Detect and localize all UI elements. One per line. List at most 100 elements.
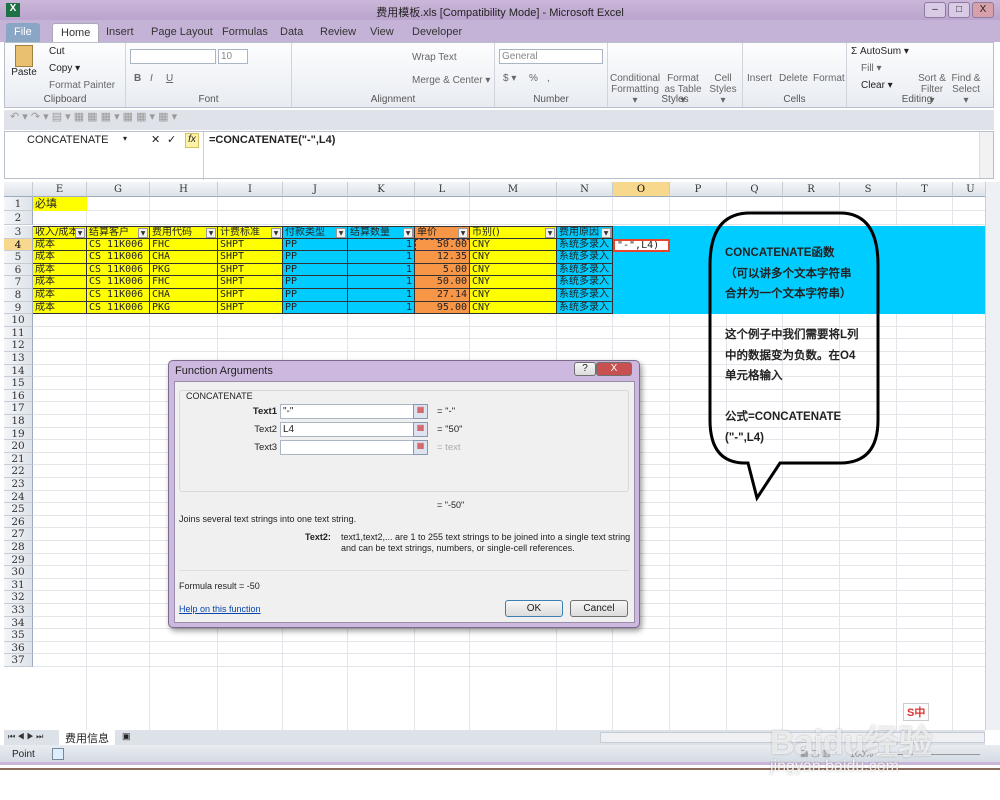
cell-N5[interactable]: 系统多录入 bbox=[557, 251, 613, 264]
comma-button[interactable]: , bbox=[547, 73, 550, 84]
cell-I6[interactable]: SHPT bbox=[218, 263, 283, 277]
name-box[interactable]: CONCATENATE bbox=[9, 134, 133, 148]
vertical-scrollbar[interactable] bbox=[985, 182, 1000, 730]
insert-sheet-icon[interactable]: ▣ bbox=[122, 731, 131, 742]
cell-G5[interactable]: CS 11K006 bbox=[87, 251, 150, 264]
cell-L9[interactable]: 95.00 bbox=[415, 301, 470, 315]
column-header-T[interactable]: T bbox=[897, 182, 953, 197]
cancel-button[interactable]: Cancel bbox=[570, 600, 628, 617]
row-header-4[interactable]: 4 bbox=[4, 238, 33, 252]
merge-center-button[interactable]: Merge & Center ▾ bbox=[412, 75, 490, 86]
tab-file[interactable]: File bbox=[6, 23, 40, 42]
cell-I9[interactable]: SHPT bbox=[218, 301, 283, 315]
row-header-15[interactable]: 15 bbox=[4, 377, 33, 390]
cell-N9[interactable]: 系统多录入 bbox=[557, 301, 613, 315]
row-header-22[interactable]: 22 bbox=[4, 465, 33, 478]
row-header-28[interactable]: 28 bbox=[4, 541, 33, 554]
sheet-tab[interactable]: 费用信息 bbox=[59, 730, 115, 745]
row-header-29[interactable]: 29 bbox=[4, 553, 33, 567]
cell-O4-active[interactable]: "-",L4) bbox=[613, 238, 670, 252]
cell-H8[interactable]: CHA bbox=[150, 289, 218, 302]
close-button[interactable]: X bbox=[972, 2, 994, 18]
maximize-button[interactable]: □ bbox=[948, 2, 970, 18]
filter-dropdown-icon[interactable]: ▼ bbox=[403, 228, 413, 238]
cell-H9[interactable]: PKG bbox=[150, 301, 218, 315]
tab-data[interactable]: Data bbox=[272, 23, 311, 42]
header-cell[interactable]: 计费标准 ▼ bbox=[218, 226, 283, 239]
cell-K4[interactable]: 1 bbox=[348, 238, 415, 252]
filter-dropdown-icon[interactable]: ▼ bbox=[271, 228, 281, 238]
tab-developer[interactable]: Developer bbox=[404, 23, 470, 42]
cell-G8[interactable]: CS 11K006 bbox=[87, 289, 150, 302]
cell-E1[interactable]: 必填 bbox=[33, 197, 87, 211]
font-size-select[interactable]: 10 bbox=[218, 49, 248, 64]
filter-dropdown-icon[interactable]: ▼ bbox=[75, 228, 85, 238]
row-header-13[interactable]: 13 bbox=[4, 352, 33, 365]
cell-J4[interactable]: PP bbox=[283, 238, 348, 252]
row-header-23[interactable]: 23 bbox=[4, 478, 33, 491]
clear-button[interactable]: Clear ▾ bbox=[861, 80, 893, 91]
undo-icon[interactable]: ↶ ▾ ↷ ▾ ▤ ▾ ▦ ▦ ▦ ▾ ▦ ▦ ▾ ▦ ▾ bbox=[4, 111, 177, 123]
row-header-34[interactable]: 34 bbox=[4, 616, 33, 630]
wrap-text-button[interactable]: Wrap Text bbox=[412, 52, 457, 63]
column-header-M[interactable]: M bbox=[470, 182, 557, 197]
row-header-10[interactable]: 10 bbox=[4, 314, 33, 327]
row-header-6[interactable]: 6 bbox=[4, 263, 33, 277]
column-header-R[interactable]: R bbox=[783, 182, 840, 197]
delete-cells-button[interactable]: Delete bbox=[779, 73, 808, 84]
row-header-24[interactable]: 24 bbox=[4, 490, 33, 504]
collapse-dialog-icon[interactable]: ▦ bbox=[413, 404, 428, 419]
column-header-I[interactable]: I bbox=[218, 182, 283, 197]
cell-M6[interactable]: CNY bbox=[470, 263, 557, 277]
row-header-26[interactable]: 26 bbox=[4, 515, 33, 529]
select-all-corner[interactable] bbox=[4, 182, 33, 197]
cell-H5[interactable]: CHA bbox=[150, 251, 218, 264]
cell-G6[interactable]: CS 11K006 bbox=[87, 263, 150, 277]
cell-K9[interactable]: 1 bbox=[348, 301, 415, 315]
row-header-11[interactable]: 11 bbox=[4, 326, 33, 340]
row-header-12[interactable]: 12 bbox=[4, 339, 33, 352]
tab-home[interactable]: Home bbox=[52, 23, 100, 42]
cell-L5[interactable]: 12.35 bbox=[415, 251, 470, 264]
column-header-L[interactable]: L bbox=[415, 182, 470, 197]
cell-K6[interactable]: 1 bbox=[348, 263, 415, 277]
cell-N4[interactable]: 系统多录入 bbox=[557, 238, 613, 252]
paste-button[interactable]: Paste bbox=[11, 45, 37, 78]
tab-review[interactable]: Review bbox=[312, 23, 364, 42]
formula-input[interactable]: =CONCATENATE("-",L4) bbox=[203, 132, 981, 180]
row-header-7[interactable]: 7 bbox=[4, 276, 33, 289]
row-header-9[interactable]: 9 bbox=[4, 301, 33, 315]
collapse-dialog-icon[interactable]: ▦ bbox=[413, 422, 428, 437]
fill-button[interactable]: Fill ▾ bbox=[861, 63, 882, 74]
row-header-5[interactable]: 5 bbox=[4, 251, 33, 264]
cell-H7[interactable]: FHC bbox=[150, 276, 218, 289]
insert-function-button[interactable]: fx bbox=[185, 133, 199, 148]
name-box-dropdown-icon[interactable]: ▾ bbox=[123, 134, 127, 143]
cell-E8[interactable]: 成本 bbox=[33, 289, 87, 302]
row-header-36[interactable]: 36 bbox=[4, 641, 33, 655]
cell-I5[interactable]: SHPT bbox=[218, 251, 283, 264]
filter-dropdown-icon[interactable]: ▼ bbox=[206, 228, 216, 238]
cell-L7[interactable]: 50.00 bbox=[415, 276, 470, 289]
arg-input-text2[interactable]: L4 bbox=[280, 422, 414, 437]
cell-I8[interactable]: SHPT bbox=[218, 289, 283, 302]
cell-N6[interactable]: 系统多录入 bbox=[557, 263, 613, 277]
collapse-dialog-icon[interactable]: ▦ bbox=[413, 440, 428, 455]
cell-E6[interactable]: 成本 bbox=[33, 263, 87, 277]
column-header-U[interactable]: U bbox=[953, 182, 985, 197]
cell-M8[interactable]: CNY bbox=[470, 289, 557, 302]
cell-J6[interactable]: PP bbox=[283, 263, 348, 277]
font-name-select[interactable] bbox=[130, 49, 216, 64]
cut-button[interactable]: Cut bbox=[49, 46, 65, 57]
row-header-30[interactable]: 30 bbox=[4, 566, 33, 579]
header-cell[interactable]: 币别() ▼ bbox=[470, 226, 557, 239]
percent-button[interactable]: % bbox=[529, 73, 538, 84]
row-header-2[interactable]: 2 bbox=[4, 211, 33, 225]
row-header-27[interactable]: 27 bbox=[4, 528, 33, 541]
header-cell[interactable]: 费用代码 ▼ bbox=[150, 226, 218, 239]
ok-button[interactable]: OK bbox=[505, 600, 563, 617]
header-cell[interactable]: 付款类型 ▼ bbox=[283, 226, 348, 239]
column-header-O[interactable]: O bbox=[613, 182, 670, 197]
header-cell[interactable]: 费用原因 ▼ bbox=[557, 226, 613, 239]
cell-K7[interactable]: 1 bbox=[348, 276, 415, 289]
